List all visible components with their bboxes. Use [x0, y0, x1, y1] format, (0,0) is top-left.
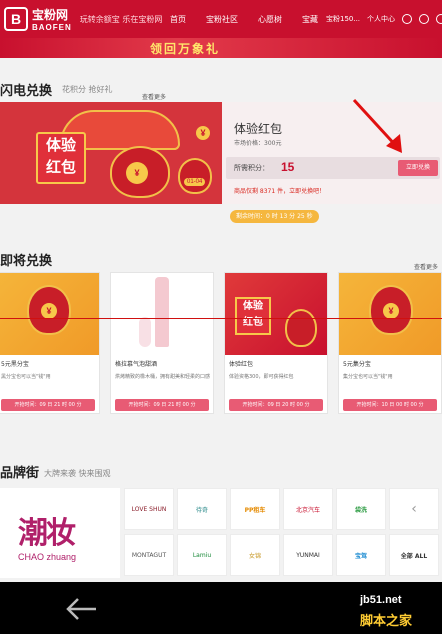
card-desc: 黑分宝也可以当"钱"用 [1, 374, 51, 380]
points-label: 所需积分： [234, 164, 269, 172]
brand-logo[interactable]: MONTAGUT [124, 534, 174, 576]
card-name: 格拉慕气泡甜酒 [115, 361, 158, 368]
site-logo[interactable]: B 宝粉网 BAOFEN [4, 6, 72, 32]
date-badge: 01-04 [184, 178, 206, 186]
upcoming-more-link[interactable]: 查看更多 [414, 262, 438, 271]
site-slogan: 玩转余额宝 乐在宝粉网 [79, 14, 163, 24]
card-name: 体验红包 [229, 361, 254, 368]
card-name: 5元黑分宝 [1, 361, 29, 368]
coin-icon: ¥ [196, 126, 210, 140]
user-menu: 宝粉150... 个人中心 [326, 0, 442, 38]
upcoming-card[interactable]: 体验 红包 体验红包 体验资格300，即可获得红包 开抢时间：09 日 20 时… [224, 272, 328, 414]
brand-logo[interactable]: YUNMAI [283, 534, 333, 576]
card-image: ¥ [0, 273, 99, 355]
brand-grid: LOVE SHUN 待奇 PP租车 北京汽车 袋洗 ‹ MONTAGUT Lam… [124, 488, 442, 578]
money-bag-icon [285, 309, 317, 347]
brand-logo[interactable]: Lamiu [177, 534, 227, 576]
market-price: 市场价格：300元 [234, 140, 282, 147]
card-image: ¥ [339, 273, 441, 355]
experience-card: 体验 红包 [235, 297, 271, 335]
nav-home[interactable]: 首页 [170, 14, 186, 25]
featured-brand-cn: 潮妆 [18, 516, 76, 551]
back-arrow-icon[interactable] [64, 596, 100, 622]
yuan-coin-icon: ¥ [126, 162, 148, 184]
card-start-time: 开抢时间：09 日 20 时 00 分 [229, 399, 323, 411]
watermark-site: jb51.net [360, 594, 402, 606]
upcoming-card[interactable]: 格拉慕气泡甜酒 烘烤精致的橡木桶，拥有甜美和轻柔的口感 开抢时间：09 日 21… [110, 272, 214, 414]
card-desc: 体验资格300，即可获得红包 [229, 374, 294, 380]
small-bag-icon [178, 158, 212, 194]
wine-glass-icon [139, 317, 151, 347]
brand-section-title: 品牌街 [0, 466, 40, 481]
card-image [111, 273, 213, 355]
all-brands-link[interactable]: 全部 ALL [389, 534, 439, 576]
points-row: 所需积分： 15 立即兑换 [226, 157, 440, 179]
username[interactable]: 宝粉150... [326, 14, 360, 24]
experience-card: 体验 红包 [36, 132, 86, 184]
yuan-coin-icon: ¥ [41, 303, 57, 319]
flash-more-link[interactable]: 查看更多 [142, 92, 166, 101]
featured-brand-en: CHAO zhuang [18, 552, 77, 562]
brand-logo[interactable]: 袋洗 [336, 488, 386, 530]
annotation-line [0, 318, 442, 319]
top-nav-bar: B 宝粉网 BAOFEN 玩转余额宝 乐在宝粉网 首页 宝粉社区 心愿树 宝藏 … [0, 0, 442, 38]
brand-section-subtitle: 大牌来袭 快来围观 [44, 469, 111, 478]
time-left-badge: 剩余时间：0 时 13 分 25 秒 [230, 210, 319, 223]
brand-prev-arrow-icon[interactable]: ‹ [389, 488, 439, 530]
chaozhuang-logo: 潮妆 CHAO zhuang [18, 508, 108, 564]
logout-icon[interactable] [436, 14, 442, 24]
card-start-time: 开抢时间：09 日 21 时 00 分 [115, 399, 209, 411]
logo-cn: 宝粉网 [32, 8, 69, 22]
settings-icon[interactable] [419, 14, 430, 24]
flash-section-subtitle: 花积分 抢好礼 [62, 85, 113, 94]
flash-section-title: 闪电兑换 [0, 84, 53, 99]
featured-brand[interactable]: 潮妆 CHAO zhuang [0, 488, 120, 578]
brand-logo[interactable]: PP租车 [230, 488, 280, 530]
flash-product-image[interactable]: 体验 红包 ¥ ¥ 01-04 [0, 102, 222, 204]
brand-logo[interactable]: 宝驾 [336, 534, 386, 576]
watermark-name: 脚本之家 [360, 614, 413, 629]
points-value: 15 [281, 160, 295, 174]
stock-note: 商品仅剩 8371 件，立即兑换吧！ [234, 188, 326, 195]
card-image: 体验 红包 [225, 273, 327, 355]
card-desc: 烘烤精致的橡木桶，拥有甜美和轻柔的口感 [115, 374, 211, 380]
card-desc: 集分宝也可以当"钱"用 [343, 374, 393, 380]
brand-logo[interactable]: 待奇 [177, 488, 227, 530]
exchange-now-button[interactable]: 立即兑换 [398, 160, 438, 176]
nav-treasure[interactable]: 宝藏 [302, 14, 318, 25]
card-start-time: 开抢时间：10 日 00 时 00 分 [343, 399, 437, 411]
card-name: 5元集分宝 [343, 361, 371, 368]
wine-bottle-icon [155, 277, 169, 347]
main-nav: 首页 宝粉社区 心愿树 宝藏 [170, 0, 338, 38]
brand-logo[interactable]: 女锦 [230, 534, 280, 576]
annotation-arrow-icon [352, 98, 402, 153]
brand-logo[interactable]: 北京汽车 [283, 488, 333, 530]
logo-mark: B [4, 7, 28, 31]
yuan-coin-icon: ¥ [383, 303, 399, 319]
nav-community[interactable]: 宝粉社区 [206, 14, 238, 25]
card-start-time: 开抢时间：09 日 21 时 00 分 [1, 399, 95, 411]
brand-logo[interactable]: LOVE SHUN [124, 488, 174, 530]
product-name: 体验红包 [234, 122, 283, 136]
upcoming-cards: ¥ 5元黑分宝 黑分宝也可以当"钱"用 开抢时间：09 日 21 时 00 分 … [0, 272, 442, 414]
message-icon[interactable] [402, 14, 413, 24]
banner-text: 领回万象礼 [150, 42, 221, 56]
logo-en: BAOFEN [32, 23, 72, 32]
promo-banner[interactable]: 领回万象礼 [0, 38, 442, 58]
logo-text: 宝粉网 BAOFEN [32, 6, 72, 32]
personal-center-link[interactable]: 个人中心 [367, 14, 395, 24]
nav-wish-tree[interactable]: 心愿树 [258, 14, 282, 25]
upcoming-card[interactable]: ¥ 5元黑分宝 黑分宝也可以当"钱"用 开抢时间：09 日 21 时 00 分 [0, 272, 100, 414]
upcoming-section-title: 即将兑换 [0, 254, 53, 269]
upcoming-card[interactable]: ¥ 5元集分宝 集分宝也可以当"钱"用 开抢时间：10 日 00 时 00 分 [338, 272, 442, 414]
